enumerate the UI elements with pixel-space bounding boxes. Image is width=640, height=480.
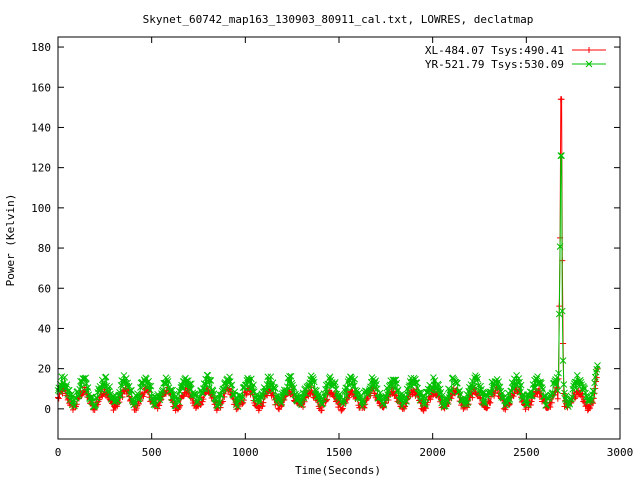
y-axis-label: Power (Kelvin) bbox=[4, 194, 17, 287]
x-tick-label: 1000 bbox=[232, 446, 259, 459]
x-tick-label: 500 bbox=[142, 446, 162, 459]
x-tick-label: 1500 bbox=[326, 446, 353, 459]
y-tick-label: 140 bbox=[31, 121, 51, 134]
y-tick-label: 0 bbox=[44, 403, 51, 416]
chart-title: Skynet_60742_map163_130903_80911_cal.txt… bbox=[143, 13, 534, 26]
y-tick-label: 100 bbox=[31, 202, 51, 215]
legend-label: XL-484.07 Tsys:490.41 bbox=[425, 44, 564, 57]
y-tick-label: 160 bbox=[31, 81, 51, 94]
y-tick-label: 40 bbox=[38, 322, 51, 335]
x-tick-label: 2500 bbox=[513, 446, 540, 459]
y-tick-label: 80 bbox=[38, 242, 51, 255]
x-tick-label: 0 bbox=[55, 446, 62, 459]
x-tick-label: 2000 bbox=[419, 446, 446, 459]
x-axis-label: Time(Seconds) bbox=[295, 464, 381, 477]
y-tick-label: 180 bbox=[31, 41, 51, 54]
y-tick-label: 120 bbox=[31, 162, 51, 175]
y-tick-label: 60 bbox=[38, 282, 51, 295]
legend-label: YR-521.79 Tsys:530.09 bbox=[425, 58, 564, 71]
chart: Skynet_60742_map163_130903_80911_cal.txt… bbox=[0, 0, 640, 480]
x-tick-label: 3000 bbox=[607, 446, 634, 459]
y-tick-label: 20 bbox=[38, 363, 51, 376]
